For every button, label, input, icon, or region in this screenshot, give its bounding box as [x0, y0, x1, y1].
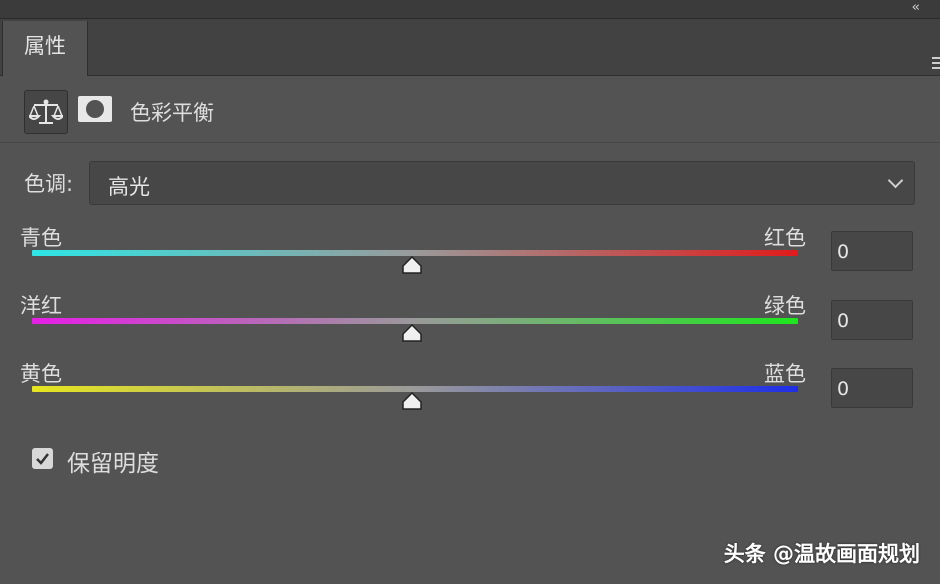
- slider-right-label: 绿色: [764, 294, 806, 318]
- chevron-down-icon: [887, 172, 904, 189]
- adjustment-header: 色彩平衡: [0, 76, 940, 143]
- slider-left-label: 黄色: [20, 362, 62, 386]
- preserve-luminosity-checkbox[interactable]: [32, 448, 53, 469]
- cyan-red-value-input[interactable]: 0: [831, 231, 913, 271]
- tone-selected-value: 高光: [108, 175, 150, 199]
- preserve-luminosity-label: 保留明度: [67, 451, 159, 477]
- yellow-blue-value-input[interactable]: 0: [831, 368, 913, 408]
- tone-select[interactable]: 高光: [89, 161, 915, 205]
- slider-yellow-blue: 黄色 蓝色 0: [0, 358, 940, 418]
- magenta-green-value-input[interactable]: 0: [831, 300, 913, 340]
- layer-mask-icon[interactable]: [78, 96, 112, 122]
- checkmark-icon: [36, 453, 49, 465]
- slider-cyan-red: 青色 红色 0: [0, 222, 940, 282]
- slider-thumb[interactable]: [401, 256, 423, 274]
- panel-top-bar: ‹‹: [0, 0, 940, 19]
- slider-thumb[interactable]: [401, 324, 423, 342]
- adjustment-title: 色彩平衡: [130, 101, 214, 125]
- slider-thumb[interactable]: [401, 392, 423, 410]
- slider-left-label: 青色: [20, 226, 62, 250]
- slider-right-label: 蓝色: [764, 362, 806, 386]
- hamburger-menu-icon[interactable]: [932, 57, 940, 71]
- slider-right-label: 红色: [764, 226, 806, 250]
- balance-scale-icon[interactable]: [24, 90, 68, 134]
- double-chevron-left-icon[interactable]: ‹‹: [912, 0, 921, 18]
- slider-left-label: 洋红: [20, 294, 62, 318]
- tone-label: 色调:: [24, 172, 74, 196]
- slider-magenta-green: 洋红 绿色 0: [0, 290, 940, 350]
- panel-tab-bar: 属性: [0, 19, 940, 76]
- watermark-text: 头条 @温故画面规划: [723, 542, 920, 566]
- tab-properties[interactable]: 属性: [2, 21, 88, 76]
